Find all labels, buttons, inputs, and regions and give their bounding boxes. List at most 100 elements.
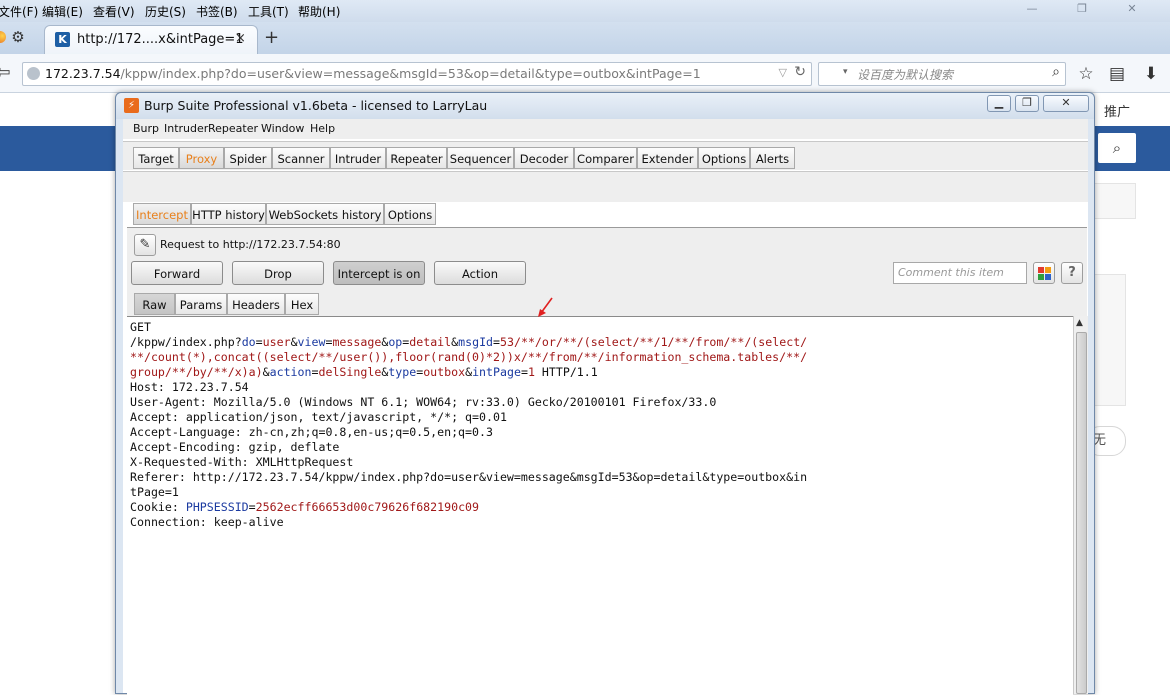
request-line: tPage=1	[130, 485, 1060, 500]
burp-menu-window[interactable]: Window	[261, 122, 304, 135]
menu-help[interactable]: 帮助(H)	[298, 3, 340, 20]
close-icon[interactable]: ✕	[1112, 2, 1152, 18]
new-tab-button[interactable]: +	[264, 27, 279, 48]
burp-menu-burp[interactable]: Burp	[133, 122, 159, 135]
address-bar[interactable]: 172.23.7.54/kppw/index.php?do=user&view=…	[22, 62, 812, 86]
tab-extender[interactable]: Extender	[637, 147, 698, 169]
param-value: group/**/by/**/x)a)	[130, 365, 263, 379]
search-bar[interactable]: ▾ 设百度为默认搜索 ⌕	[818, 62, 1066, 86]
subtab-intercept[interactable]: Intercept	[133, 203, 191, 225]
request-line: /kppw/index.php?do=user&view=message&op=…	[130, 335, 1060, 350]
maximize-icon[interactable]: ❐	[1062, 2, 1102, 18]
param-name: intPage	[472, 365, 521, 379]
firefox-window-controls: — ❐ ✕	[1012, 2, 1162, 18]
menu-file[interactable]: 文件(F)	[0, 3, 38, 20]
request-header: Accept-Language: zh-cn,zh;q=0.8,en-us;q=…	[130, 425, 493, 439]
burp-close-icon[interactable]: ✕	[1043, 95, 1089, 112]
menu-tools[interactable]: 工具(T)	[248, 3, 289, 20]
menu-history[interactable]: 历史(S)	[145, 3, 186, 20]
request-target-label: Request to http://172.23.7.54:80	[160, 238, 341, 251]
browser-tab[interactable]: K http://172....x&intPage=1 ×	[44, 25, 258, 55]
red-arrow-annotation	[538, 297, 553, 317]
request-header: Referer: http://172.23.7.54/kppw/index.p…	[130, 470, 808, 484]
tab-alerts[interactable]: Alerts	[750, 147, 795, 169]
editor-scrollbar[interactable]: ▲	[1073, 316, 1088, 694]
request-header: Accept: application/json, text/javascrip…	[130, 410, 507, 424]
subtab-options[interactable]: Options	[384, 203, 436, 225]
param-equals: =	[520, 365, 528, 379]
globe-icon	[27, 67, 40, 80]
firefox-menubar: 文件(F) 编辑(E) 查看(V) 历史(S) 书签(B) 工具(T) 帮助(H…	[0, 0, 1170, 22]
tab-proxy[interactable]: Proxy	[179, 147, 224, 169]
forward-button[interactable]: Forward	[131, 261, 223, 285]
tab-options[interactable]: Options	[698, 147, 750, 169]
bookmarks-list-icon[interactable]: ▤	[1107, 64, 1127, 84]
param-value: delSingle	[318, 365, 382, 379]
param-value: message	[332, 335, 382, 349]
burp-maximize-icon[interactable]: ❐	[1015, 95, 1039, 112]
pencil-icon[interactable]: ✎	[134, 234, 156, 256]
subtab-websockets-history[interactable]: WebSockets history	[266, 203, 384, 225]
param-name: view	[297, 335, 326, 349]
download-icon[interactable]: ⬇	[1141, 64, 1161, 84]
cookie-header: Cookie:	[130, 500, 186, 514]
tab-comparer[interactable]: Comparer	[574, 147, 637, 169]
request-line: Accept-Encoding: gzip, deflate	[130, 440, 1060, 455]
menu-view[interactable]: 查看(V)	[93, 3, 135, 20]
view-tab-hex[interactable]: Hex	[285, 293, 319, 315]
subtab-http-history[interactable]: HTTP history	[191, 203, 266, 225]
param-value: **/count(*),concat((select/**/user()),fl…	[130, 350, 808, 364]
raw-request-editor[interactable]: GET/kppw/index.php?do=user&view=message&…	[127, 316, 1073, 695]
view-tab-headers[interactable]: Headers	[227, 293, 285, 315]
tab-close-icon[interactable]: ×	[235, 31, 246, 46]
page-search-icon[interactable]: ⌕	[1098, 133, 1136, 163]
view-tab-raw[interactable]: Raw	[134, 293, 175, 315]
param-equals: =	[255, 335, 263, 349]
reload-icon[interactable]: ↻	[794, 64, 806, 80]
search-engine-dropdown-icon[interactable]: ▾	[843, 67, 848, 77]
url-dropdown-icon[interactable]: ▽	[779, 66, 787, 79]
star-icon[interactable]: ☆	[1076, 64, 1096, 84]
help-icon[interactable]: ?	[1061, 262, 1083, 284]
menu-bookmarks[interactable]: 书签(B)	[196, 3, 238, 20]
view-tab-params[interactable]: Params	[175, 293, 227, 315]
search-icon[interactable]: ⌕	[1052, 64, 1060, 80]
tab-target[interactable]: Target	[133, 147, 179, 169]
page-panel	[1090, 183, 1136, 219]
menu-edit[interactable]: 编辑(E)	[42, 3, 83, 20]
action-button[interactable]: Action	[434, 261, 526, 285]
tab-repeater[interactable]: Repeater	[386, 147, 447, 169]
scroll-up-icon[interactable]: ▲	[1076, 318, 1083, 328]
gear-icon[interactable]: ⚙	[10, 29, 26, 45]
tab-intruder[interactable]: Intruder	[330, 147, 386, 169]
request-line: Host: 172.23.7.54	[130, 380, 1060, 395]
intercept-toggle-button[interactable]: Intercept is on	[333, 261, 425, 285]
comment-input[interactable]: Comment this item	[893, 262, 1027, 284]
drop-button[interactable]: Drop	[232, 261, 324, 285]
tab-scanner[interactable]: Scanner	[272, 147, 330, 169]
request-method: GET	[130, 320, 151, 334]
param-separator: &	[290, 335, 298, 349]
burp-menu-help[interactable]: Help	[310, 122, 335, 135]
burp-menu-repeater[interactable]: Repeater	[208, 122, 258, 135]
tab-spider[interactable]: Spider	[224, 147, 272, 169]
burp-menu-intruder[interactable]: Intruder	[164, 122, 208, 135]
burp-logo-icon: ⚡	[124, 98, 139, 113]
highlight-color-icon[interactable]	[1033, 262, 1055, 284]
param-separator: &	[262, 365, 270, 379]
url-path: /kppw/index.php?do=user&view=message&msg…	[120, 66, 701, 81]
burp-minimize-icon[interactable]: ▁	[987, 95, 1011, 112]
request-line: **/count(*),concat((select/**/user()),fl…	[130, 350, 1060, 365]
cookie-name: PHPSESSID	[185, 500, 249, 514]
request-header: Host: 172.23.7.54	[130, 380, 249, 394]
back-icon[interactable]: ⇦	[0, 60, 14, 86]
scrollbar-thumb[interactable]	[1076, 332, 1087, 694]
burp-window: ⚡ Burp Suite Professional v1.6beta - lic…	[115, 92, 1095, 695]
page-promote-link[interactable]: 推广	[1104, 101, 1130, 120]
tab-sequencer[interactable]: Sequencer	[447, 147, 514, 169]
minimize-icon[interactable]: —	[1012, 2, 1052, 18]
tab-decoder[interactable]: Decoder	[514, 147, 574, 169]
tab-title: http://172....x&intPage=1	[77, 32, 244, 47]
burp-titlebar: ⚡ Burp Suite Professional v1.6beta - lic…	[116, 93, 1094, 119]
request-header: X-Requested-With: XMLHttpRequest	[130, 455, 354, 469]
